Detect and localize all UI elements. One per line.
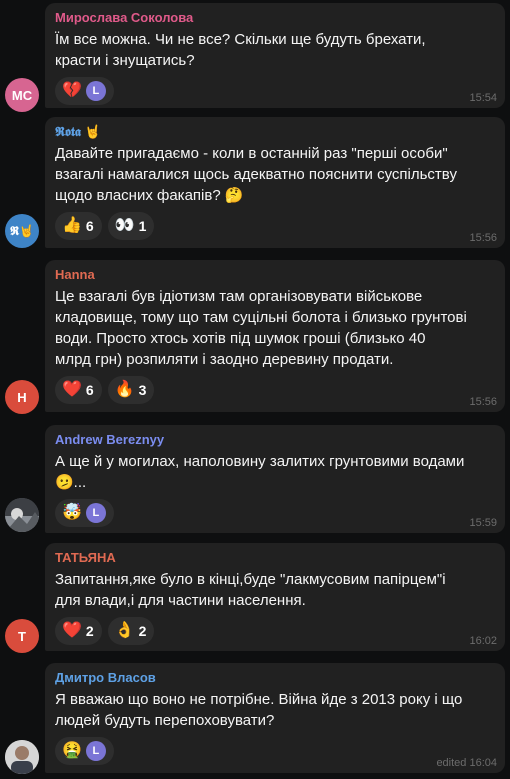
reaction-count: 6: [85, 382, 94, 398]
eyes-emoji: 👀: [114, 217, 135, 234]
message-text: Їм все можна. Чи не все? Скільки ще буду…: [55, 31, 426, 69]
message-text: Це взагалі був ідіотизм там організовува…: [55, 288, 467, 368]
avatar-photo[interactable]: [5, 740, 39, 774]
timestamp: 15:59: [469, 517, 497, 529]
message-bubble[interactable]: Andrew Bereznyy А ще й у могилах, наполо…: [45, 425, 505, 533]
author-name[interactable]: Andrew Bereznyy: [55, 431, 495, 449]
message-text: Я вважаю що воно не потрібне. Війна йде …: [55, 691, 463, 729]
reactor-avatar: L: [85, 81, 106, 101]
reactor-avatar: L: [85, 741, 106, 761]
reactions: 💔 L: [55, 77, 495, 107]
timestamp: 16:02: [469, 635, 497, 647]
thumbs-up-emoji: 👍: [62, 217, 82, 234]
reaction-exploding-head[interactable]: 🤯 L: [55, 499, 114, 527]
author-name[interactable]: 𝕽𝖔𝖙𝖆 🤘: [55, 123, 495, 141]
heart-emoji: ❤️: [62, 622, 82, 639]
chat-feed: Мирослава Соколова Їм все можна. Чи не в…: [0, 0, 510, 779]
message-bubble[interactable]: 𝕽𝖔𝖙𝖆 🤘 Давайте пригадаємо - коли в остан…: [45, 117, 505, 248]
reaction-count: 1: [138, 218, 147, 234]
avatar-photo[interactable]: [5, 498, 39, 532]
reactions: ❤️ 6 🔥 3: [55, 376, 495, 406]
author-name[interactable]: Hanna: [55, 266, 495, 284]
avatar[interactable]: МС: [5, 78, 39, 112]
reaction-broken-heart[interactable]: 💔 L: [55, 77, 114, 105]
reactor-avatar: L: [85, 503, 106, 523]
reaction-thumbs-up[interactable]: 👍 6: [55, 212, 102, 240]
message-text: А ще й у могилах, наполовину залитих гру…: [55, 453, 465, 491]
reactions: 🤮 L: [55, 737, 495, 767]
reaction-count: 2: [138, 623, 147, 639]
vomiting-face-emoji: 🤮: [62, 742, 82, 759]
reaction-count: 6: [85, 218, 94, 234]
broken-heart-emoji: 💔: [62, 82, 82, 99]
heart-emoji: ❤️: [62, 381, 82, 398]
fire-emoji: 🔥: [114, 381, 135, 398]
reaction-count: 2: [85, 623, 94, 639]
reactions: 👍 6 👀 1: [55, 212, 495, 242]
avatar[interactable]: H: [5, 380, 39, 414]
reaction-vomiting[interactable]: 🤮 L: [55, 737, 114, 765]
reactions: ❤️ 2 👌 2: [55, 617, 495, 647]
photo-avatar-icon: [5, 740, 39, 774]
reaction-heart[interactable]: ❤️ 2: [55, 617, 102, 645]
avatar[interactable]: Т: [5, 619, 39, 653]
message-bubble[interactable]: ТАТЬЯНА Запитання,яке було в кінці,буде …: [45, 543, 505, 651]
reaction-eyes[interactable]: 👀 1: [107, 212, 155, 240]
message-text: Запитання,яке було в кінці,буде "лакмусо…: [55, 571, 446, 609]
timestamp: 15:54: [469, 92, 497, 104]
reaction-ok-hand[interactable]: 👌 2: [107, 617, 155, 645]
timestamp: 15:56: [469, 396, 497, 408]
author-name[interactable]: ТАТЬЯНА: [55, 549, 495, 567]
reaction-fire[interactable]: 🔥 3: [107, 376, 155, 404]
message-bubble[interactable]: Мирослава Соколова Їм все можна. Чи не в…: [45, 3, 505, 108]
author-name[interactable]: Дмитро Власов: [55, 669, 495, 687]
photo-avatar-icon: [5, 498, 39, 532]
reaction-heart[interactable]: ❤️ 6: [55, 376, 102, 404]
exploding-head-emoji: 🤯: [62, 504, 82, 521]
reactions: 🤯 L: [55, 499, 495, 529]
ok-hand-emoji: 👌: [114, 622, 135, 639]
author-name[interactable]: Мирослава Соколова: [55, 9, 495, 27]
timestamp: edited 16:04: [436, 757, 497, 769]
message-bubble[interactable]: Дмитро Власов Я вважаю що воно не потріб…: [45, 663, 505, 773]
reaction-count: 3: [138, 382, 147, 398]
message-bubble[interactable]: Hanna Це взагалі був ідіотизм там органі…: [45, 260, 505, 412]
avatar[interactable]: 𝕽🤘: [5, 214, 39, 248]
timestamp: 15:56: [469, 232, 497, 244]
message-text: Давайте пригадаємо - коли в останній раз…: [55, 145, 457, 204]
